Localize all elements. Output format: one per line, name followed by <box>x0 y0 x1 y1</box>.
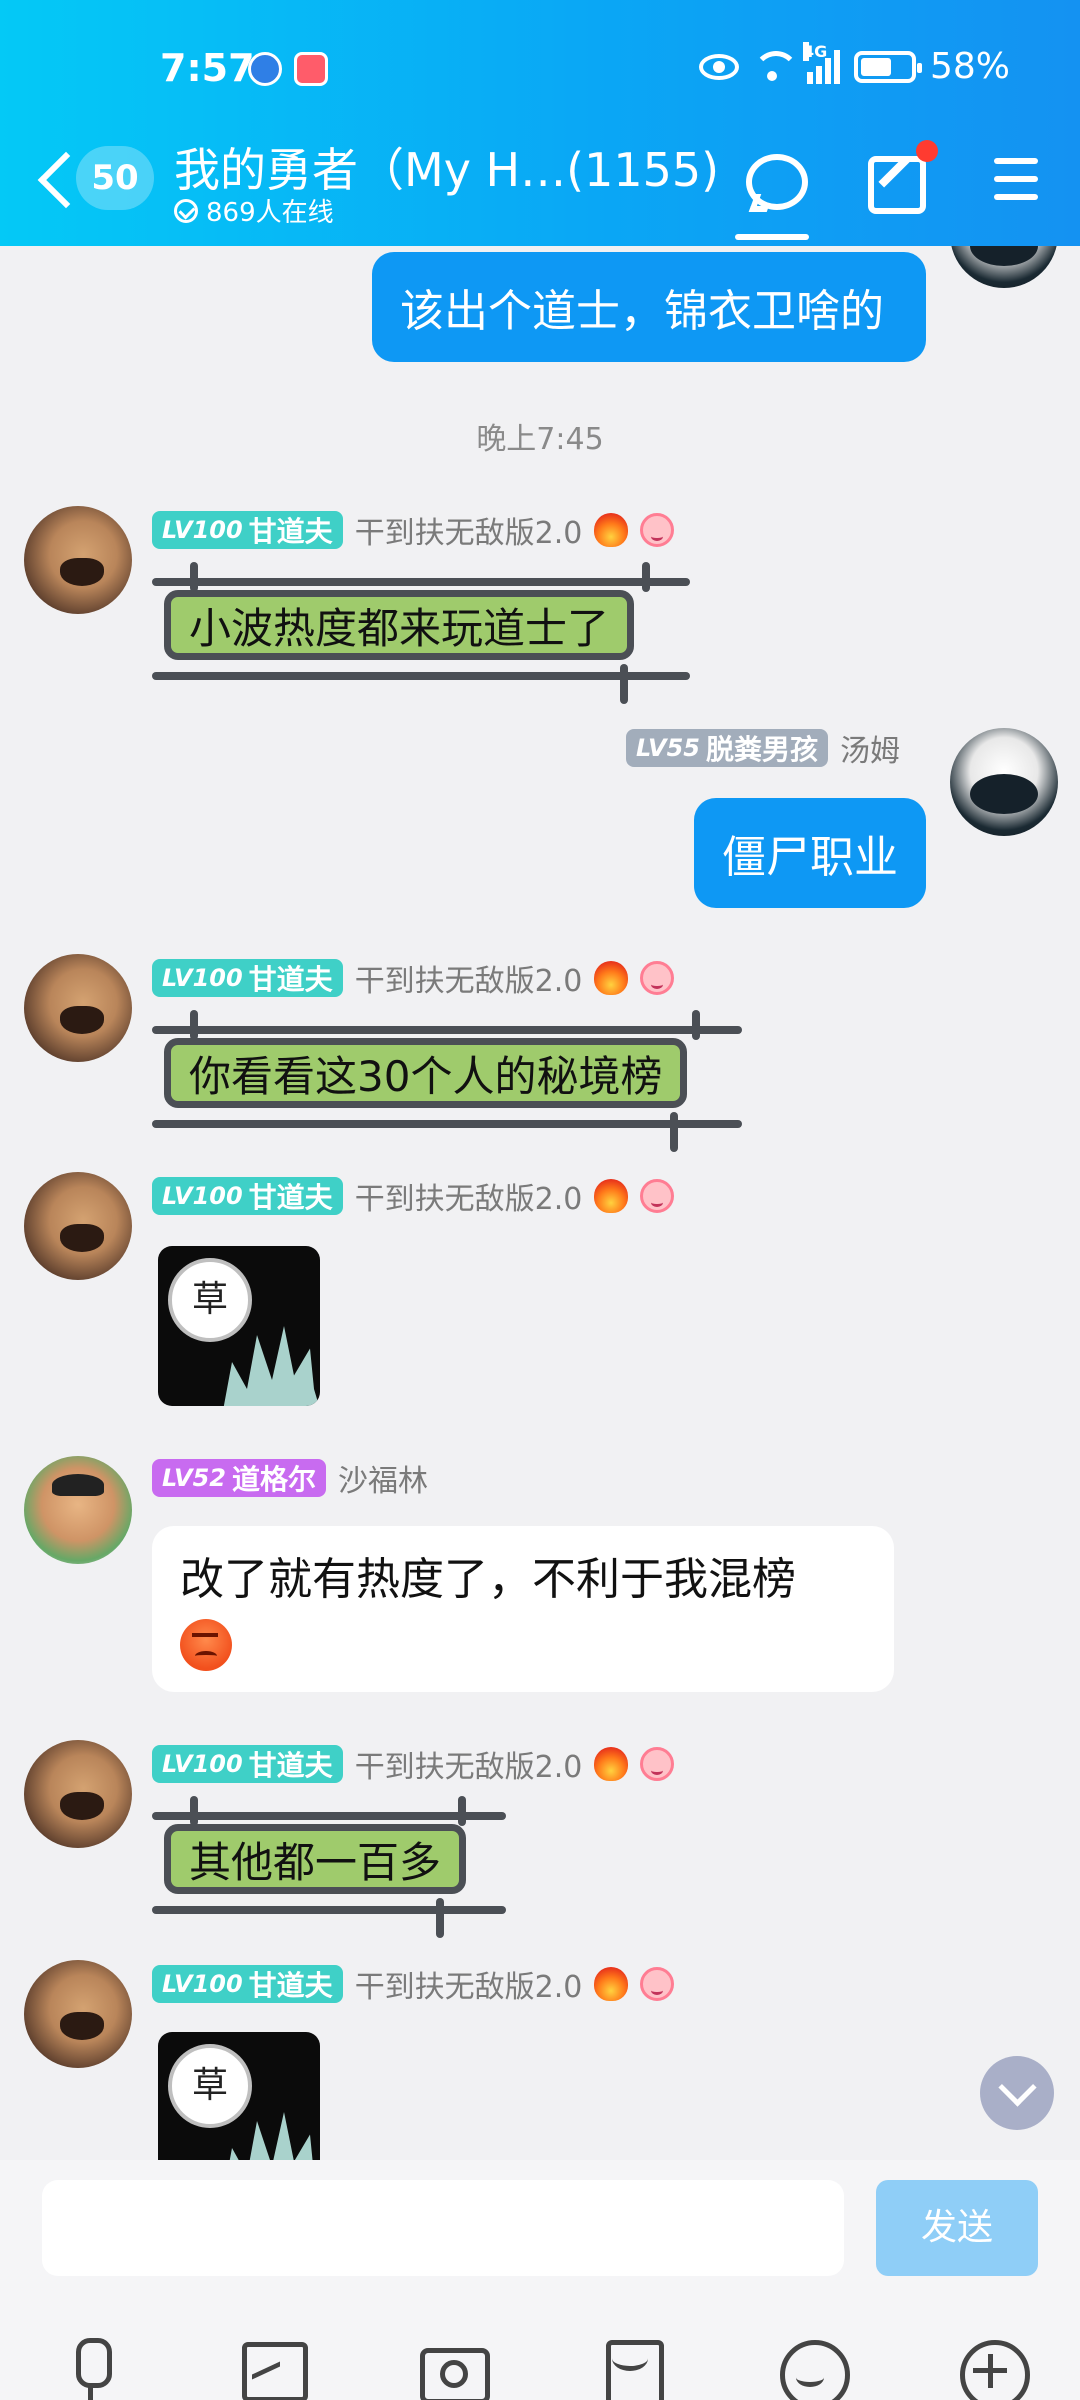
battery-percent: 58% <box>929 46 1010 87</box>
send-button[interactable]: 发送 <box>876 2180 1038 2276</box>
fire-icon <box>594 1967 629 2001</box>
back-icon[interactable] <box>36 150 76 210</box>
online-count-text: 869人在线 <box>206 198 334 228</box>
scroll-to-bottom-button[interactable] <box>980 2056 1054 2130</box>
notification-dot <box>916 140 938 162</box>
active-tab-indicator <box>735 234 809 240</box>
avatar[interactable] <box>24 1740 132 1848</box>
message-bubble[interactable]: 你看看这30个人的秘境榜 <box>152 1008 742 1152</box>
emoji-icon[interactable] <box>778 2338 850 2400</box>
fire-icon <box>594 961 629 995</box>
level-badge: LV55 脱粪男孩 <box>626 729 828 767</box>
sender-nickname: 干到扶无敌版2.0 <box>354 1182 583 1217</box>
level-badge: LV100 甘道夫 <box>152 1745 343 1783</box>
avatar[interactable] <box>24 1456 132 1564</box>
browser-notification-icon <box>248 52 282 86</box>
smile-face-icon <box>640 1967 675 2001</box>
message-text: 僵尸职业 <box>722 832 898 883</box>
sender-info: LV100 甘道夫 干到扶无敌版2.0 <box>152 1964 675 2005</box>
group-title[interactable]: 我的勇者（My H…(1155) <box>174 134 719 200</box>
smile-face-icon <box>640 961 675 995</box>
message-text: 小波热度都来玩道士了 <box>164 590 635 660</box>
chat-header: 7:57 4G 58% 50 我的勇者（My H…(1155) 869人在线 <box>0 0 1080 246</box>
status-bar: 7:57 4G 58% <box>0 40 1080 100</box>
input-area: 发送 <box>0 2160 1080 2400</box>
unread-count-badge[interactable]: 50 <box>76 146 154 210</box>
wifi-icon <box>752 50 799 83</box>
reader-notification-icon <box>294 52 328 86</box>
edit-icon[interactable] <box>864 150 926 214</box>
smile-face-icon <box>640 513 675 547</box>
fire-icon <box>594 1179 629 1213</box>
camera-icon[interactable] <box>418 2338 490 2400</box>
status-time: 7:57 <box>160 46 255 90</box>
plus-icon[interactable] <box>958 2338 1030 2400</box>
level-badge: LV100 甘道夫 <box>152 511 343 549</box>
time-separator: 晚上7:45 <box>476 422 604 457</box>
message-text: 该出个道士，锦衣卫啥的 <box>400 286 884 337</box>
fire-icon <box>594 513 629 547</box>
sticker-image[interactable]: 草 <box>158 1246 320 1406</box>
avatar[interactable] <box>24 506 132 614</box>
online-count: 869人在线 <box>174 192 334 229</box>
fire-icon <box>594 1747 629 1781</box>
menu-icon[interactable] <box>990 150 1050 210</box>
sticker-caption: 草 <box>168 1258 252 1342</box>
message-text: 你看看这30个人的秘境榜 <box>164 1038 688 1108</box>
smile-face-icon <box>640 1747 675 1781</box>
check-circle-icon <box>174 198 198 223</box>
message-bubble[interactable]: 其他都一百多 <box>152 1794 506 1938</box>
level-badge: LV100 甘道夫 <box>152 959 343 997</box>
sender-nickname: 干到扶无敌版2.0 <box>354 1750 583 1785</box>
sender-info: LV100 甘道夫 干到扶无敌版2.0 <box>152 1744 675 1785</box>
avatar[interactable] <box>24 1960 132 2068</box>
level-badge: LV100 甘道夫 <box>152 1177 343 1215</box>
avatar[interactable] <box>24 954 132 1062</box>
status-indicators: 4G 58% <box>698 41 1010 87</box>
sender-nickname: 沙福林 <box>337 1464 428 1499</box>
sender-nickname: 干到扶无敌版2.0 <box>354 1970 583 2005</box>
message-bubble[interactable]: 改了就有热度了，不利于我混榜 <box>152 1526 894 1692</box>
level-badge: LV52 道格尔 <box>152 1459 326 1497</box>
message-text: 改了就有热度了，不利于我混榜 <box>180 1554 796 1605</box>
sender-nickname: 干到扶无敌版2.0 <box>354 516 583 551</box>
sender-info: LV52 道格尔 沙福林 <box>152 1458 428 1499</box>
sender-info: LV55 脱粪男孩 汤姆 <box>626 728 900 769</box>
message-text: 其他都一百多 <box>164 1824 467 1894</box>
message-bubble[interactable]: 该出个道士，锦衣卫啥的 <box>372 252 926 362</box>
sender-info: LV100 甘道夫 干到扶无敌版2.0 <box>152 958 675 999</box>
eye-icon <box>698 53 739 80</box>
angry-face-icon <box>180 1618 232 1671</box>
signal-icon: 4G <box>802 41 840 84</box>
sender-nickname: 干到扶无敌版2.0 <box>354 964 583 999</box>
message-bubble[interactable]: 小波热度都来玩道士了 <box>152 560 690 704</box>
message-input[interactable] <box>42 2180 844 2276</box>
message-bubble[interactable]: 僵尸职业 <box>694 798 926 908</box>
avatar[interactable] <box>24 1172 132 1280</box>
image-icon[interactable] <box>238 2338 308 2400</box>
red-packet-icon[interactable] <box>598 2338 664 2400</box>
level-badge: LV100 甘道夫 <box>152 1965 343 2003</box>
chat-bubble-icon[interactable] <box>742 150 808 210</box>
sender-nickname: 汤姆 <box>839 734 900 769</box>
battery-icon <box>853 50 922 83</box>
avatar[interactable] <box>950 728 1058 836</box>
smile-face-icon <box>640 1179 675 1213</box>
mic-icon[interactable] <box>58 2338 122 2400</box>
sender-info: LV100 甘道夫 干到扶无敌版2.0 <box>152 510 675 551</box>
network-type: 4G <box>802 41 828 61</box>
sender-info: LV100 甘道夫 干到扶无敌版2.0 <box>152 1176 675 1217</box>
sticker-caption: 草 <box>168 2044 252 2128</box>
